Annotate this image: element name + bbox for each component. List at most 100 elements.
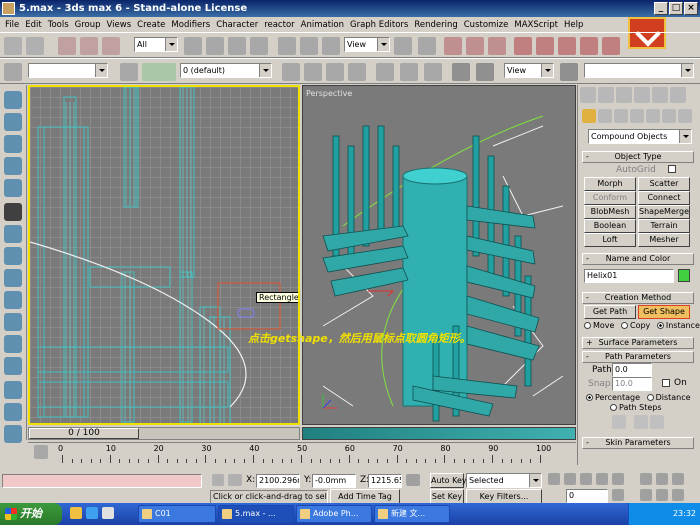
track-bar[interactable]: 0 10 20 30 40 50 60 70 80 90 100	[28, 442, 576, 464]
app-icon[interactable]	[2, 2, 15, 15]
menu-edit[interactable]: Edit	[22, 20, 44, 30]
path-parameters-rollout[interactable]: - Path Parameters	[582, 351, 694, 363]
skin-parameters-rollout[interactable]: - Skin Parameters	[582, 437, 694, 449]
morph-button[interactable]: Morph	[584, 177, 636, 191]
material-editor-icon[interactable]	[424, 63, 442, 81]
autogrid-checkbox[interactable]	[668, 165, 676, 173]
add-time-tag-button[interactable]: Add Time Tag	[330, 489, 400, 504]
soft-body-icon[interactable]	[4, 135, 22, 153]
time-config-icon[interactable]	[612, 489, 624, 501]
move-radio[interactable]	[584, 322, 591, 329]
menu-create[interactable]: Create	[134, 20, 168, 30]
water-icon[interactable]	[4, 357, 22, 375]
utilities-tab-icon[interactable]	[670, 87, 686, 103]
object-type-rollout[interactable]: - Object Type	[582, 151, 694, 163]
teapot-icon[interactable]	[560, 63, 578, 81]
name-and-color-rollout[interactable]: - Name and Color	[582, 253, 694, 265]
set-key-button[interactable]: Set Key	[430, 489, 464, 504]
move-icon[interactable]	[278, 37, 296, 55]
layer-manager-icon[interactable]	[120, 63, 138, 81]
absolute-mode-icon[interactable]	[228, 474, 242, 486]
schematic-view-icon[interactable]	[400, 63, 418, 81]
mesher-button[interactable]: Mesher	[638, 233, 690, 247]
creation-method-rollout[interactable]: - Creation Method	[582, 292, 694, 304]
motion-tab-icon[interactable]	[634, 87, 650, 103]
percentage-radio[interactable]	[586, 394, 593, 401]
new-layer-icon[interactable]	[282, 63, 300, 81]
space-warps-icon[interactable]	[662, 109, 676, 123]
pivot-center-icon[interactable]	[394, 37, 412, 55]
browser-icon[interactable]	[86, 507, 98, 519]
time-slider[interactable]: 0 / 100	[28, 427, 300, 440]
menu-maxscript[interactable]: MAXScript	[511, 20, 561, 30]
track-view-strip[interactable]	[302, 427, 576, 440]
key-filters-button[interactable]: Key Filters...	[466, 489, 542, 504]
chevron-down-icon[interactable]	[679, 130, 691, 143]
object-color-swatch[interactable]	[678, 269, 690, 282]
path-steps-radio[interactable]	[610, 404, 617, 411]
shapemerge-button[interactable]: ShapeMerge	[638, 205, 690, 219]
desktop-icon[interactable]	[102, 507, 114, 519]
modify-tab-icon[interactable]	[598, 87, 614, 103]
quick-render-icon[interactable]	[476, 63, 494, 81]
surface-parameters-rollout[interactable]: + Surface Parameters	[582, 337, 694, 349]
perspective-viewport[interactable]: Perspective	[302, 85, 576, 425]
cloth-icon[interactable]	[4, 113, 22, 131]
rotate-icon[interactable]	[300, 37, 318, 55]
keyboard-shortcut-icon[interactable]	[4, 63, 22, 81]
prev-shape-icon[interactable]	[634, 415, 648, 429]
menu-graph-editors[interactable]: Graph Editors	[347, 20, 411, 30]
play-icon[interactable]	[580, 473, 592, 485]
key-icon[interactable]	[406, 474, 420, 486]
align-icon[interactable]	[466, 37, 484, 55]
maximize-button[interactable]: □	[669, 2, 683, 15]
instance-radio[interactable]	[656, 322, 664, 329]
select-by-name-icon[interactable]	[206, 37, 224, 55]
named-selection-dropdown[interactable]	[28, 63, 108, 78]
current-frame-field[interactable]: 0	[566, 489, 608, 503]
unlink-icon[interactable]	[80, 37, 98, 55]
chevron-down-icon[interactable]	[377, 38, 389, 51]
snap-value-field[interactable]: 10.0	[612, 377, 652, 391]
zoom-icon[interactable]	[672, 473, 684, 485]
boolean-button[interactable]: Boolean	[584, 219, 636, 233]
start-button[interactable]: 开始	[0, 503, 62, 525]
create-tab-icon[interactable]	[580, 87, 596, 103]
snap-on-checkbox[interactable]	[662, 379, 670, 387]
selection-filter-dropdown[interactable]: All	[134, 37, 178, 52]
hierarchy-tab-icon[interactable]	[616, 87, 632, 103]
track-bar-menu-icon[interactable]	[34, 445, 48, 459]
rigid-body-icon[interactable]	[4, 91, 22, 109]
blobmesh-button[interactable]: BlobMesh	[584, 205, 636, 219]
chevron-down-icon[interactable]	[165, 38, 177, 51]
render-scene-icon[interactable]	[452, 63, 470, 81]
object-name-field[interactable]: Helix01	[584, 269, 674, 283]
copy-radio[interactable]	[621, 322, 628, 329]
add-to-layer-icon[interactable]	[304, 63, 322, 81]
select-manipulate-icon[interactable]	[418, 37, 436, 55]
loft-button[interactable]: Loft	[584, 233, 636, 247]
task-folder[interactable]: C01	[138, 505, 216, 523]
goto-start-icon[interactable]	[548, 473, 560, 485]
get-shape-button[interactable]: Get Shape	[638, 305, 690, 319]
goto-end-icon[interactable]	[612, 473, 624, 485]
spacing-tool-icon[interactable]	[488, 37, 506, 55]
plane-icon[interactable]	[4, 203, 22, 221]
front-viewport[interactable]: Rectangle01	[28, 85, 300, 425]
maxscript-listener[interactable]	[2, 474, 202, 488]
create-animation-icon[interactable]	[4, 425, 22, 443]
angle-snap-icon[interactable]	[536, 37, 554, 55]
quick-launch-icon[interactable]	[70, 507, 82, 519]
y-coordinate-field[interactable]: -0.0mm	[312, 474, 356, 488]
next-frame-icon[interactable]	[596, 473, 608, 485]
display-tab-icon[interactable]	[652, 87, 668, 103]
chevron-down-icon[interactable]	[541, 64, 553, 77]
menu-rendering[interactable]: Rendering	[411, 20, 460, 30]
toy-car-icon[interactable]	[4, 313, 22, 331]
task-new-document[interactable]: 新建 文...	[374, 505, 450, 523]
lock-icon[interactable]	[212, 474, 224, 486]
field-of-view-icon[interactable]	[640, 489, 652, 501]
render-type-dropdown[interactable]: View	[504, 63, 554, 78]
wind-icon[interactable]	[4, 291, 22, 309]
rope-icon[interactable]	[4, 157, 22, 175]
